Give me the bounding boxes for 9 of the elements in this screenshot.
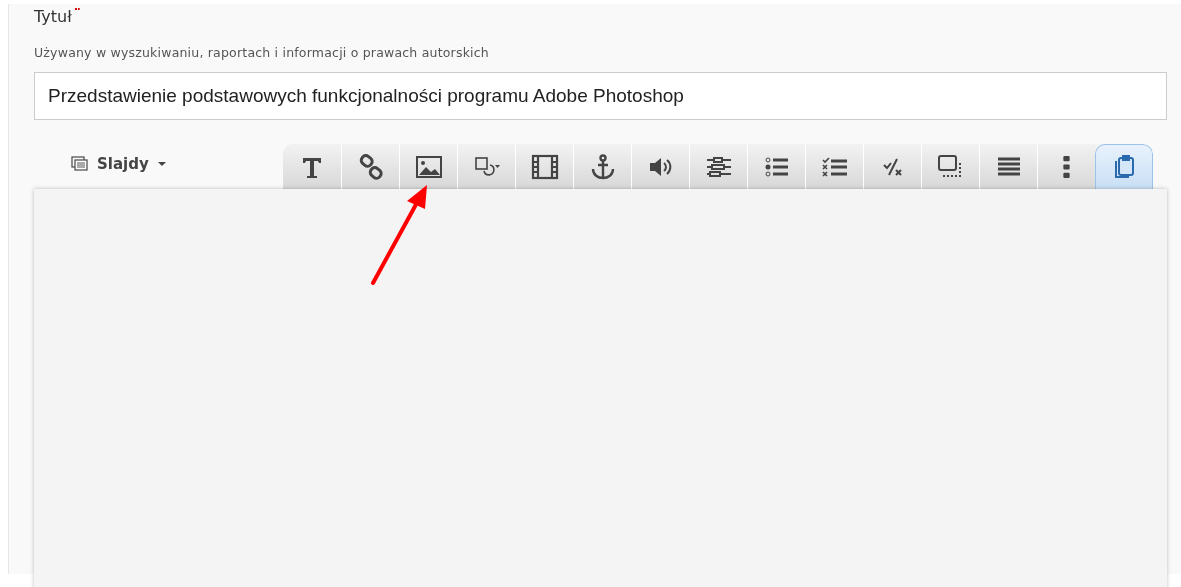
more-icon — [1063, 155, 1070, 178]
title-input[interactable]: Przedstawienie podstawowych funkcjonalności programu Adobe Photoshop — [34, 72, 1167, 120]
field-label: Tytuł — [34, 6, 72, 28]
film-icon — [529, 152, 560, 181]
caret-icon — [156, 161, 167, 167]
field-hint: Używany w wyszukiwaniu, raportach i informacji o prawach autorskich — [34, 45, 490, 60]
slides-icon — [71, 156, 89, 172]
toolbar-button[interactable] — [1095, 144, 1153, 189]
slides-menu[interactable]: Slajdy — [71, 155, 283, 173]
